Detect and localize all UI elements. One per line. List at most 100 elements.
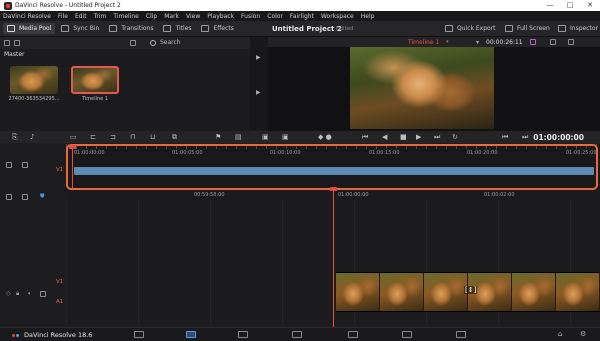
zoom-icon[interactable]: ▣ — [262, 133, 269, 141]
viewer-timeline-name[interactable]: Timeline 1 — [408, 39, 439, 46]
menu-help[interactable]: Help — [361, 13, 375, 20]
master-folder[interactable]: Master — [4, 51, 25, 58]
menu-view[interactable]: View — [186, 13, 200, 20]
timeline-clip-thumbnail[interactable] — [71, 66, 119, 94]
overwrite-icon[interactable]: ♪ — [30, 133, 34, 141]
snapping-icon[interactable]: ⊔ — [150, 133, 155, 141]
dynamic-trim-icon[interactable]: ⊐ — [110, 133, 116, 141]
audio-meter-icon[interactable] — [550, 39, 556, 45]
media-page-icon[interactable] — [134, 331, 144, 338]
video-viewer[interactable] — [268, 47, 600, 131]
color-page-icon[interactable] — [348, 331, 358, 338]
track-settings-icon[interactable]: ◇ — [6, 290, 11, 297]
thumbnail-view-icon[interactable] — [14, 40, 20, 46]
menu-timeline[interactable]: Timeline — [113, 13, 139, 20]
gear-icon[interactable]: ⚙ — [580, 330, 586, 338]
inspector-button[interactable]: Inspector — [558, 25, 598, 32]
expand-left-icon[interactable]: ▶ — [256, 54, 261, 61]
effects-label: Effects — [213, 25, 234, 32]
enable-track-icon[interactable] — [40, 291, 46, 297]
trim-tool-icon[interactable]: ⊏ — [90, 133, 96, 141]
stop-icon[interactable]: ■ — [400, 133, 407, 141]
close-button[interactable]: ✕ — [580, 0, 600, 11]
transport-controls: ⎘ ♪ ▭ ⊏ ⊐ ⊓ ⊔ ⧉ ⚑ ▤ ▣ ▣ ◆ ● ⏮ ◀ ■ ▶ ⏭ ↻ … — [0, 131, 600, 143]
search-icon — [150, 39, 156, 46]
media-pool-button[interactable]: Media Pool — [3, 23, 56, 34]
effects-button[interactable]: Effects — [201, 25, 234, 32]
playback-options-icon[interactable]: ◆ ● — [318, 133, 332, 141]
insert-clip-icon[interactable]: ⎘ — [12, 133, 18, 142]
menu-color[interactable]: Color — [267, 13, 283, 20]
viewer-mode-icon[interactable] — [530, 39, 536, 45]
lower-playhead[interactable] — [333, 188, 334, 327]
film-frame — [424, 273, 468, 311]
upper-playhead-handle[interactable] — [69, 145, 76, 149]
menu-workspace[interactable]: Workspace — [321, 13, 354, 20]
upper-playhead[interactable] — [72, 145, 73, 189]
deliver-page-icon[interactable] — [456, 331, 466, 338]
expand-right-icon[interactable]: ▶ — [256, 89, 261, 96]
lower-ruler-label: 00:59:58:00 — [194, 192, 225, 198]
timecode-options-icon[interactable]: ▾ — [476, 39, 479, 46]
full-screen-button[interactable]: Full Screen — [505, 25, 550, 32]
menu-mark[interactable]: Mark — [164, 13, 179, 20]
zoom-custom-icon[interactable]: ▣ — [282, 133, 289, 141]
lock-icon[interactable]: 🔒︎ — [16, 290, 19, 298]
quick-export-button[interactable]: Quick Export — [445, 25, 496, 32]
go-to-end-icon[interactable]: ⏭ — [434, 133, 440, 142]
menu-edit[interactable]: Edit — [75, 13, 87, 20]
sync-bin-button[interactable]: Sync Bin — [61, 25, 99, 32]
menu-fusion[interactable]: Fusion — [241, 13, 260, 20]
menu-clip[interactable]: Clip — [146, 13, 157, 20]
list-view-icon[interactable] — [4, 40, 10, 46]
next-frame-icon[interactable]: ⏭ — [522, 133, 528, 142]
cut-page-icon[interactable] — [186, 331, 196, 338]
media-clip-thumbnail[interactable] — [10, 66, 58, 94]
menu-davinci-resolve[interactable]: DaVinci Resolve — [3, 13, 51, 20]
loop-icon[interactable]: ↻ — [452, 133, 458, 141]
play-reverse-icon[interactable]: ◀ — [382, 133, 387, 141]
menu-playback[interactable]: Playback — [207, 13, 234, 20]
maximize-button[interactable]: □ — [560, 0, 580, 11]
blade-tool-icon[interactable]: ⊓ — [130, 133, 135, 141]
menu-trim[interactable]: Trim — [94, 13, 107, 20]
track-zoom-icon[interactable] — [6, 162, 12, 168]
home-icon[interactable]: ⌂ — [558, 330, 562, 338]
menu-file[interactable]: File — [58, 13, 68, 20]
media-pool-header: Search — [0, 37, 250, 49]
shield-icon[interactable]: ⛊ — [40, 193, 45, 201]
film-frame — [512, 273, 556, 311]
track-audio-icon[interactable] — [22, 162, 28, 168]
timeline-view-icon[interactable] — [6, 194, 12, 200]
timeline-link-icon[interactable] — [22, 194, 28, 200]
sync-bin-label: Sync Bin — [73, 25, 100, 32]
viewer-options-icon[interactable] — [568, 39, 574, 45]
chevron-down-icon[interactable]: ▾ — [446, 39, 449, 45]
audio-icon[interactable]: 🔈︎ — [28, 290, 32, 298]
transitions-button[interactable]: Transitions — [109, 25, 153, 32]
menu-fairlight[interactable]: Fairlight — [290, 13, 314, 20]
quick-export-label: Quick Export — [457, 25, 496, 32]
flag-icon[interactable]: ⚑ — [215, 133, 221, 141]
upper-track-header: V1 — [0, 144, 66, 190]
sort-icon[interactable] — [130, 40, 136, 46]
previous-frame-icon[interactable]: ⏮ — [502, 133, 508, 142]
menu-bar: DaVinci Resolve File Edit Trim Timeline … — [0, 11, 600, 21]
fairlight-page-icon[interactable] — [402, 331, 412, 338]
marker-icon[interactable]: ▤ — [235, 133, 242, 141]
go-to-start-icon[interactable]: ⏮ — [362, 133, 368, 142]
wolf-image — [350, 47, 494, 129]
timeline-clip-label: Timeline 1 — [81, 96, 109, 102]
search-button[interactable]: Search — [150, 39, 181, 46]
minimize-button[interactable]: — — [540, 0, 560, 11]
lower-playhead-handle[interactable] — [330, 187, 337, 191]
edit-page-icon[interactable] — [238, 331, 248, 338]
titles-button[interactable]: Titles — [163, 25, 191, 32]
lower-track-header: ⛊ ◇ 🔒︎ 🔈︎ — [0, 190, 66, 327]
play-icon[interactable]: ▶ — [416, 133, 421, 141]
panel-splitter[interactable]: ▶ ▶ — [250, 37, 268, 130]
film-frame — [556, 273, 600, 311]
fusion-page-icon[interactable] — [292, 331, 302, 338]
edit-tool-icon[interactable]: ▭ — [70, 133, 77, 141]
link-icon[interactable]: ⧉ — [172, 133, 177, 142]
